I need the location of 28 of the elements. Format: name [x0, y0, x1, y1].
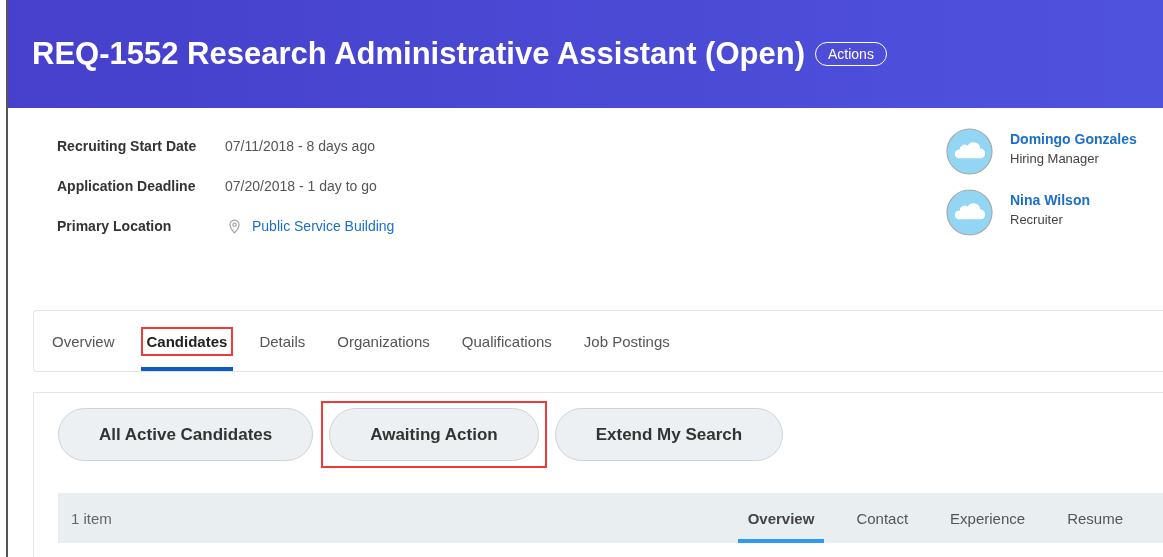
field-value: 07/20/2018 - 1 day to go [225, 178, 377, 194]
person-name-link[interactable]: Nina Wilson [1010, 192, 1090, 208]
tab[interactable]: Qualifications [455, 326, 558, 356]
tab[interactable]: Job Postings [577, 326, 676, 356]
person-name-link[interactable]: Domingo Gonzales [1010, 131, 1137, 147]
location-link[interactable]: Public Service Building [252, 218, 395, 234]
tab[interactable]: Details [253, 326, 312, 356]
filter-button[interactable]: Awaiting Action [329, 408, 539, 461]
tab[interactable]: Candidates [140, 326, 234, 356]
item-count: 1 item [71, 509, 112, 527]
view-tab[interactable]: Overview [737, 493, 825, 543]
tab[interactable]: Overview [46, 326, 121, 356]
field-label: Recruiting Start Date [57, 138, 198, 154]
view-tab[interactable]: Resume [1057, 493, 1133, 543]
page-title: REQ-1552 Research Administrative Assistant (Open) [32, 36, 805, 72]
filter-button[interactable]: Extend My Search [554, 408, 784, 461]
person-role: Recruiter [1010, 212, 1064, 227]
view-tab[interactable]: Contact [846, 493, 919, 543]
avatar-cloud-icon [946, 128, 993, 175]
field-value: 07/11/2018 - 8 days ago [225, 138, 375, 154]
field-label: Primary Location [57, 218, 173, 234]
field-label: Application Deadline [57, 178, 197, 194]
tab[interactable]: Organizations [331, 326, 436, 356]
avatar-cloud-icon [946, 189, 993, 236]
person-role: Hiring Manager [1010, 151, 1100, 166]
filter-button[interactable]: All Active Candidates [58, 408, 314, 461]
location-pin-icon [229, 218, 240, 234]
view-tab[interactable]: Experience [940, 493, 1036, 543]
